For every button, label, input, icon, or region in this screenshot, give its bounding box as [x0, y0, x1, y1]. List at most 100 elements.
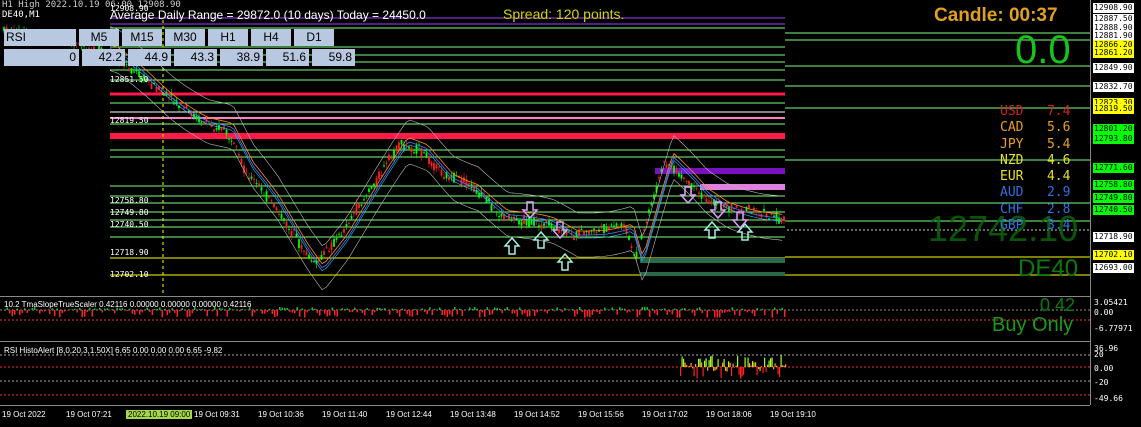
slope-bar[interactable]	[191, 310, 194, 314]
slope-bar[interactable]	[456, 310, 459, 315]
slope-bar[interactable]	[714, 310, 716, 318]
slope-bar[interactable]	[511, 310, 514, 314]
slope-bar[interactable]	[379, 308, 381, 310]
slope-bar[interactable]	[314, 308, 316, 310]
candle[interactable]	[583, 231, 585, 238]
slope-bar[interactable]	[621, 308, 624, 310]
slope-bar[interactable]	[636, 310, 639, 318]
candle[interactable]	[338, 232, 340, 238]
slope-bar[interactable]	[569, 310, 571, 311]
slope-bar[interactable]	[154, 309, 156, 310]
rsi-bar[interactable]	[684, 362, 686, 367]
slope-bar[interactable]	[429, 307, 431, 310]
slope-bar[interactable]	[19, 310, 21, 315]
candle[interactable]	[503, 210, 505, 223]
candle[interactable]	[280, 209, 283, 222]
rsi-bar[interactable]	[770, 358, 772, 367]
slope-bar[interactable]	[41, 310, 44, 312]
slope-bar[interactable]	[331, 307, 334, 310]
candle[interactable]	[300, 240, 303, 253]
slope-bar[interactable]	[516, 310, 519, 317]
slope-bar[interactable]	[406, 310, 409, 315]
candle[interactable]	[360, 204, 363, 208]
slope-bar[interactable]	[771, 310, 774, 318]
slope-bar[interactable]	[71, 309, 74, 310]
slope-bar[interactable]	[481, 310, 484, 313]
slope-bar[interactable]	[601, 310, 604, 311]
slope-bar[interactable]	[391, 308, 394, 310]
pane-separator[interactable]	[0, 341, 1090, 342]
slope-bar[interactable]	[739, 310, 741, 316]
slope-bar[interactable]	[709, 310, 711, 312]
rsi-bar[interactable]	[698, 358, 700, 367]
slope-bar[interactable]	[114, 310, 116, 314]
slope-bar[interactable]	[136, 310, 139, 311]
candle[interactable]	[703, 194, 705, 200]
rsi-bar[interactable]	[696, 367, 698, 379]
rsi-bar[interactable]	[743, 367, 745, 375]
slope-bar[interactable]	[236, 309, 239, 310]
slope-bar[interactable]	[174, 310, 176, 313]
slope-bar[interactable]	[61, 310, 64, 314]
slope-bar[interactable]	[356, 310, 359, 313]
slope-bar[interactable]	[716, 310, 719, 318]
rsi-bar[interactable]	[741, 367, 743, 377]
rsi-bar[interactable]	[695, 364, 697, 367]
rsi-bar[interactable]	[765, 367, 767, 372]
slope-bar[interactable]	[596, 310, 599, 313]
slope-bar[interactable]	[444, 310, 446, 316]
candle[interactable]	[200, 120, 203, 126]
candle[interactable]	[303, 250, 305, 256]
slope-bar[interactable]	[144, 310, 146, 311]
slope-bar[interactable]	[561, 310, 564, 313]
slope-bar[interactable]	[586, 310, 589, 317]
buy-arrow-icon[interactable]	[532, 230, 550, 249]
slope-bar[interactable]	[666, 310, 669, 315]
slope-bar[interactable]	[111, 309, 114, 310]
slope-bar[interactable]	[311, 307, 314, 310]
rsi-bar[interactable]	[737, 356, 739, 367]
candle[interactable]	[215, 123, 218, 132]
slope-bar[interactable]	[14, 310, 16, 315]
slope-bar[interactable]	[131, 310, 134, 314]
slope-bar[interactable]	[541, 310, 544, 311]
slope-bar[interactable]	[239, 310, 241, 312]
slope-bar[interactable]	[694, 310, 696, 316]
slope-bar[interactable]	[649, 310, 651, 317]
candle[interactable]	[335, 233, 338, 243]
slope-bar[interactable]	[91, 310, 94, 317]
slope-bar[interactable]	[726, 310, 729, 312]
slope-bar[interactable]	[359, 309, 361, 310]
slope-bar[interactable]	[589, 310, 591, 318]
slope-bar[interactable]	[321, 310, 324, 311]
rsi-bar[interactable]	[752, 361, 754, 367]
slope-bar[interactable]	[291, 310, 294, 313]
candle[interactable]	[235, 145, 238, 150]
slope-bar[interactable]	[656, 310, 659, 316]
slope-bar[interactable]	[11, 310, 14, 317]
slope-bar[interactable]	[449, 310, 451, 315]
slope-bar[interactable]	[719, 310, 721, 318]
rsi-bar[interactable]	[767, 364, 769, 367]
slope-bar[interactable]	[724, 310, 726, 313]
slope-bar[interactable]	[479, 310, 481, 318]
candle[interactable]	[465, 174, 468, 191]
candle[interactable]	[328, 247, 330, 253]
indicator-line[interactable]	[109, 48, 783, 269]
slope-bar[interactable]	[746, 310, 749, 313]
rsi-bar[interactable]	[708, 360, 710, 367]
candle[interactable]	[778, 214, 780, 225]
slope-bar[interactable]	[776, 310, 779, 314]
candle[interactable]	[518, 219, 520, 227]
slope-bar[interactable]	[451, 310, 454, 317]
candle[interactable]	[343, 226, 345, 236]
rsi-bar[interactable]	[749, 363, 751, 367]
slope-bar[interactable]	[281, 307, 284, 310]
slope-bar[interactable]	[101, 310, 104, 313]
slope-bar[interactable]	[139, 310, 141, 315]
slope-bar[interactable]	[141, 310, 144, 313]
candle[interactable]	[768, 217, 770, 220]
slope-bar[interactable]	[361, 310, 364, 313]
slope-bar[interactable]	[729, 310, 731, 312]
slope-bar[interactable]	[389, 310, 391, 315]
